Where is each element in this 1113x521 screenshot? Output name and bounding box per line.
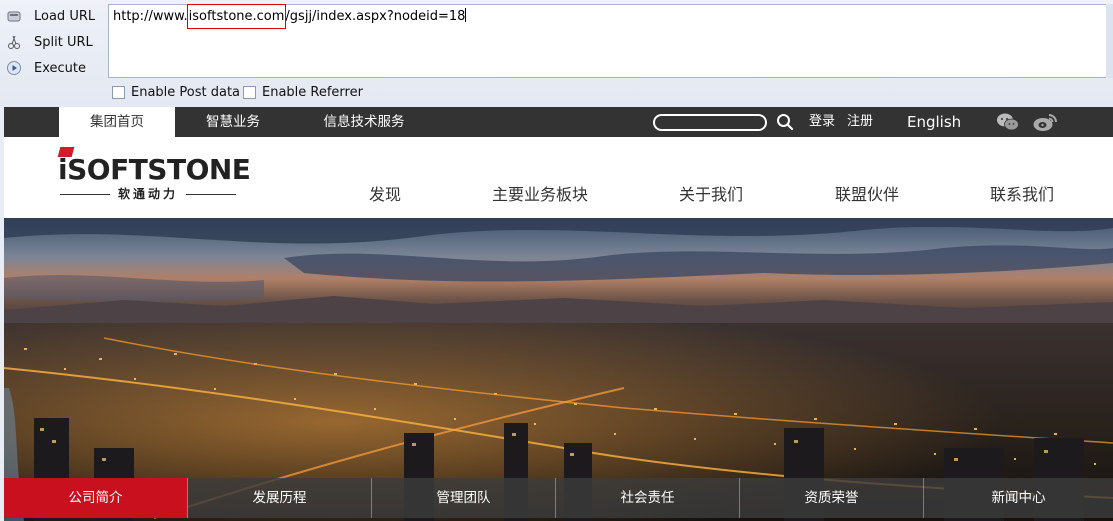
nav-discover[interactable]: 发现: [369, 181, 401, 205]
load-url-icon: [6, 8, 22, 24]
url-scrollbar[interactable]: [1106, 4, 1113, 78]
enable-post-label: Enable Post data: [131, 85, 241, 100]
tab-group-home[interactable]: 集团首页: [59, 107, 175, 137]
hero-banner-image: [4, 218, 1113, 521]
execute-label: Execute: [34, 60, 86, 76]
subnav-qualifications-honors[interactable]: 资质荣誉: [740, 478, 924, 518]
search-input[interactable]: [653, 114, 767, 131]
enable-post-checkbox[interactable]: Enable Post data: [112, 85, 240, 100]
logo-text: SOFTSTONE: [67, 153, 251, 186]
subnav-social-responsibility[interactable]: 社会责任: [556, 478, 740, 518]
login-link[interactable]: 登录: [809, 107, 835, 137]
tab-it-services[interactable]: 信息技术服务: [304, 107, 424, 137]
load-url-label: Load URL: [34, 8, 96, 24]
register-link[interactable]: 注册: [847, 107, 873, 137]
logo-tagline: 软通动力: [58, 187, 238, 201]
tab-smart-business[interactable]: 智慧业务: [188, 107, 278, 137]
subnav-history[interactable]: 发展历程: [188, 478, 372, 518]
nav-about-us[interactable]: 关于我们: [679, 181, 743, 205]
play-icon: [6, 60, 22, 76]
nav-main-business[interactable]: 主要业务板块: [492, 181, 588, 205]
subnav-company-profile[interactable]: 公司简介: [4, 478, 188, 518]
split-url-label: Split URL: [34, 34, 93, 50]
hackbar-panel: Load URL Split URL Execute http://www.is…: [0, 0, 1113, 107]
site-header: iSOFTSTONE 软通动力 发现 主要业务板块 关于我们 联盟伙伴 联系我们: [4, 137, 1113, 218]
text-caret: [465, 8, 467, 22]
url-suffix: /gsjj/index.aspx?nodeid=18: [285, 9, 466, 24]
nav-alliance-partners[interactable]: 联盟伙伴: [835, 181, 899, 205]
enable-referrer-label: Enable Referrer: [262, 85, 363, 100]
enable-referrer-checkbox[interactable]: Enable Referrer: [243, 85, 363, 100]
city-night-illustration: [4, 218, 1113, 521]
search-icon[interactable]: [776, 113, 794, 131]
weibo-icon[interactable]: [1032, 112, 1058, 132]
subnav-management-team[interactable]: 管理团队: [372, 478, 556, 518]
english-link[interactable]: English: [907, 107, 961, 137]
nav-contact-us[interactable]: 联系我们: [990, 181, 1054, 205]
url-highlight: isoftstone.com: [186, 4, 287, 29]
sub-navigation-bar: 公司简介 发展历程 管理团队 社会责任 资质荣誉 新闻中心: [4, 478, 1113, 518]
subnav-news-center[interactable]: 新闻中心: [924, 478, 1113, 518]
load-url-button[interactable]: Load URL: [6, 5, 106, 27]
checkbox-box[interactable]: [112, 86, 125, 99]
execute-button[interactable]: Execute: [6, 57, 106, 79]
url-textarea[interactable]: http://www.isoftstone.com/gsjj/index.asp…: [108, 4, 1107, 78]
site-top-bar: 集团首页 智慧业务 信息技术服务 登录 注册 English: [4, 107, 1113, 137]
url-prefix: http://www.: [113, 9, 188, 24]
isoftstone-logo[interactable]: iSOFTSTONE 软通动力: [57, 147, 251, 201]
wechat-icon[interactable]: [996, 112, 1020, 132]
split-url-button[interactable]: Split URL: [6, 31, 106, 53]
scissors-icon: [6, 34, 22, 50]
checkbox-box[interactable]: [243, 86, 256, 99]
